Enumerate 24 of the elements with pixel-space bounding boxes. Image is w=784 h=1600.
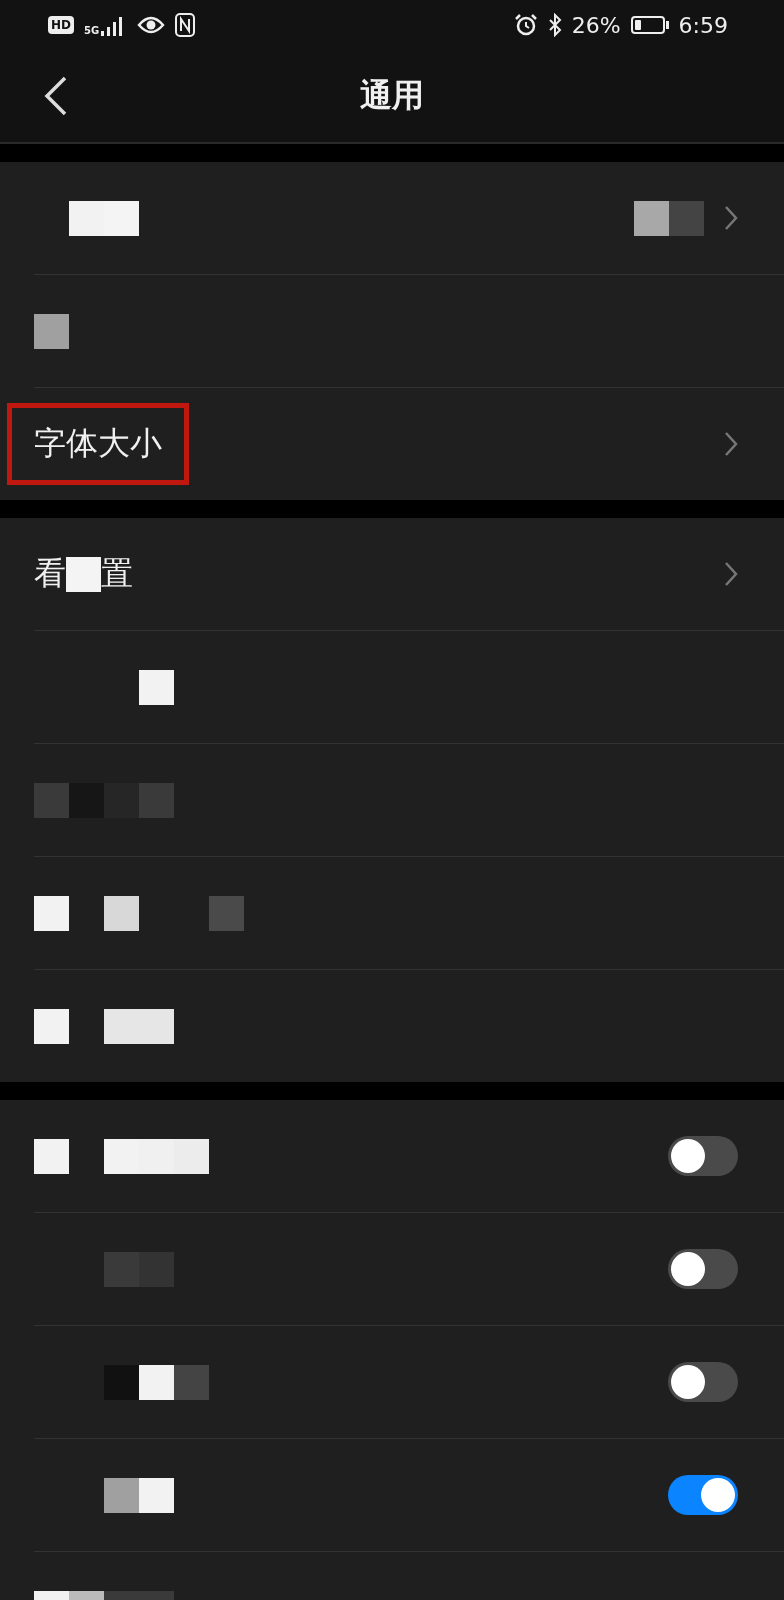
- mosaic-drawing: [34, 313, 69, 349]
- network-label: 5G: [84, 25, 100, 36]
- toggle-switch[interactable]: [668, 1136, 738, 1176]
- battery-percent: 26%: [571, 12, 621, 38]
- mosaic-drawing: [139, 669, 174, 705]
- setting-label[interactable]: 字体大小: [34, 422, 162, 466]
- mosaic-drawing: [69, 200, 139, 236]
- clock: 6:59: [678, 12, 728, 38]
- back-icon[interactable]: [44, 76, 68, 116]
- toggle-switch[interactable]: [668, 1249, 738, 1289]
- page-title: 通用: [360, 75, 424, 116]
- alarm-icon: [513, 13, 538, 37]
- mosaic-drawing: [104, 1251, 174, 1287]
- bluetooth-icon: [547, 13, 562, 37]
- hd-badge: HD: [48, 16, 74, 34]
- nfc-icon: [175, 13, 196, 37]
- setting-label[interactable]: 置: [101, 552, 133, 596]
- eye-icon: [137, 15, 166, 35]
- toggle-switch[interactable]: [668, 1362, 738, 1402]
- toggle-switch[interactable]: [668, 1475, 738, 1515]
- battery-icon: [630, 16, 669, 34]
- mosaic-drawing: [104, 1477, 174, 1513]
- mosaic-drawing: [66, 556, 101, 592]
- setting-label[interactable]: 看: [34, 552, 66, 596]
